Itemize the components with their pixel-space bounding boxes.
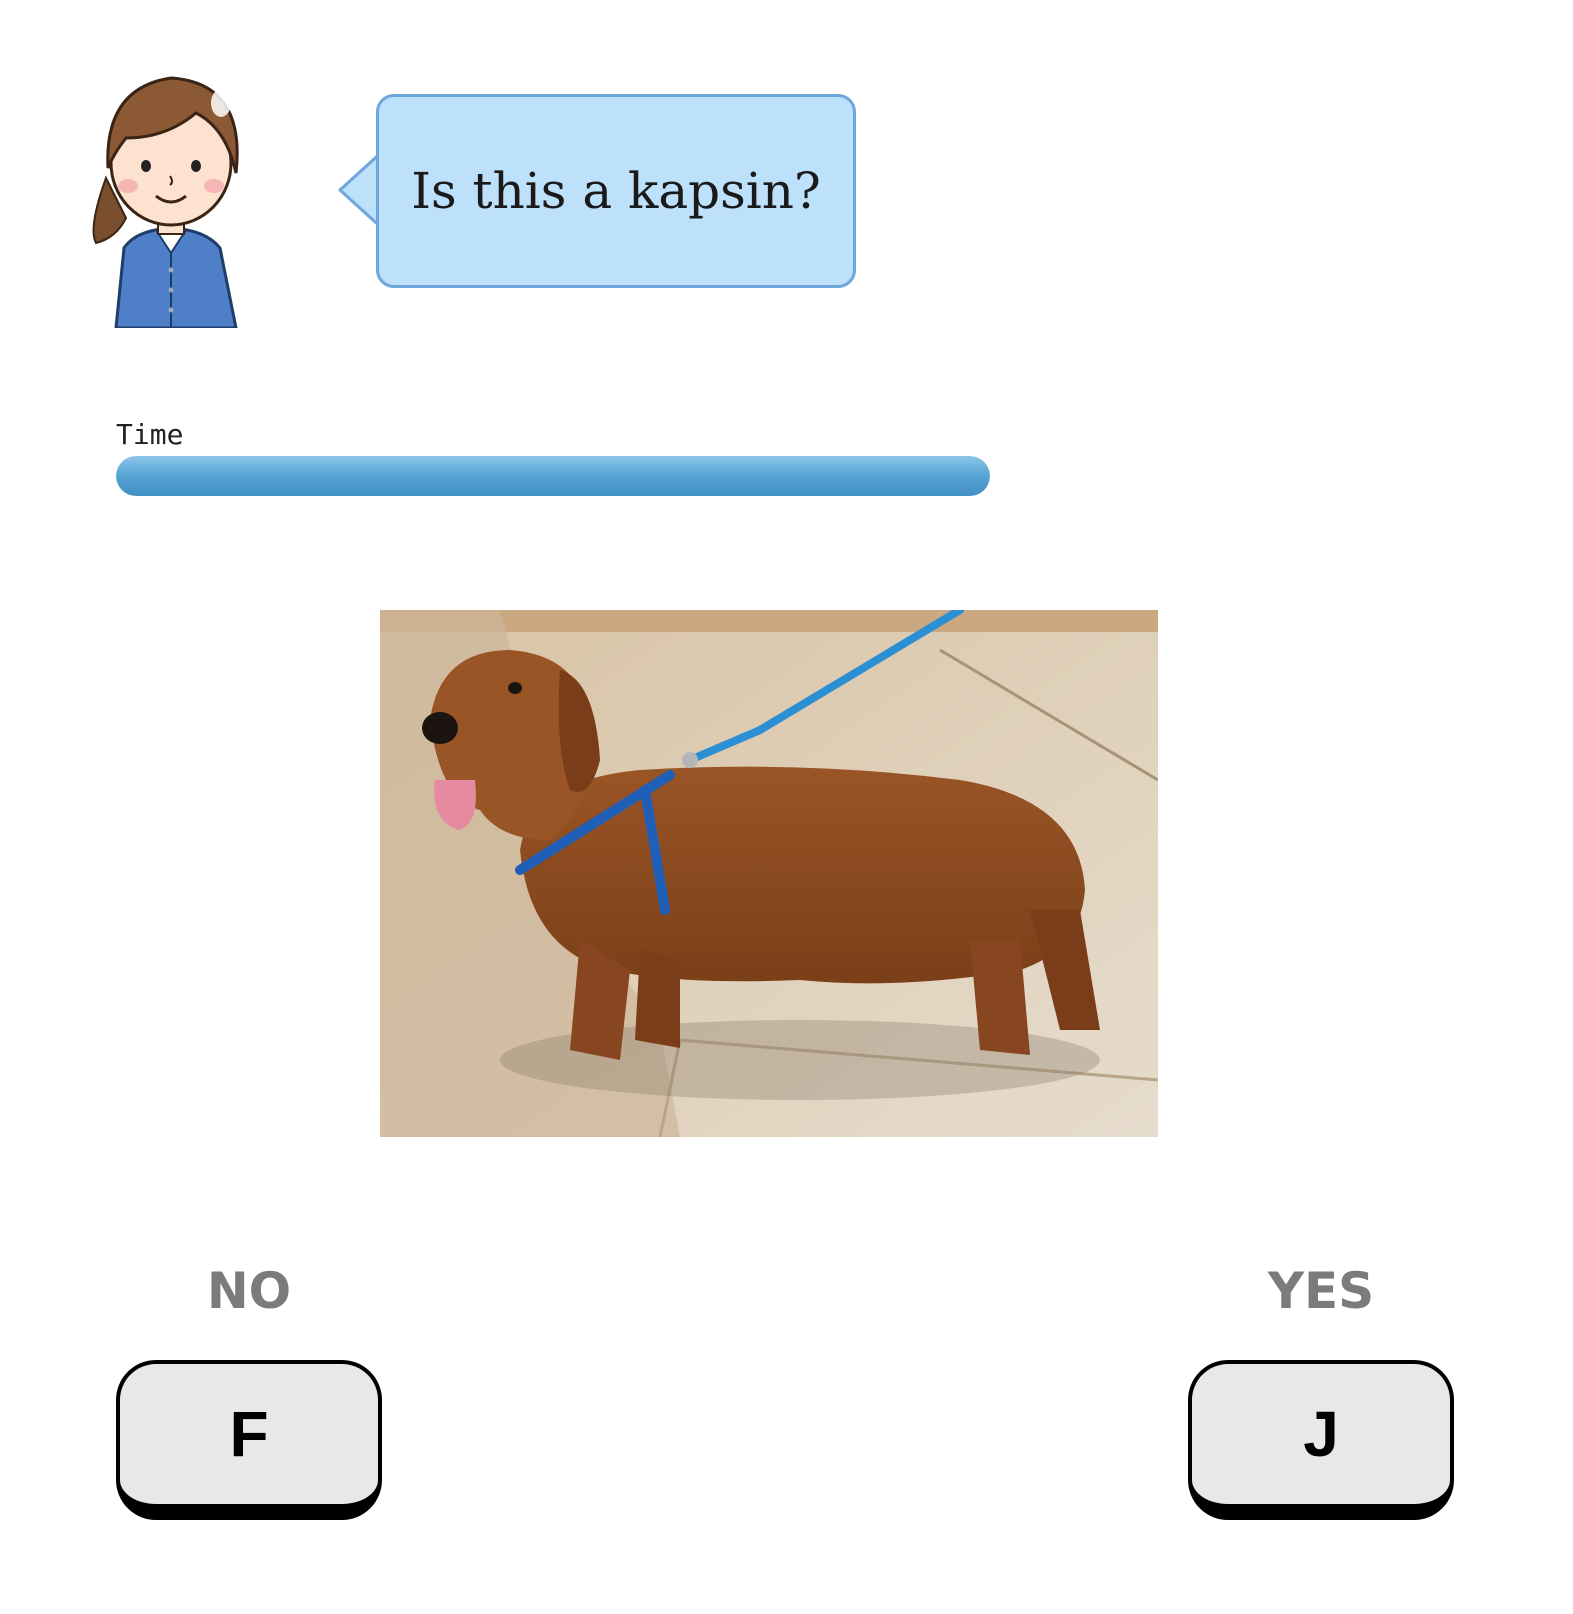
- yes-label: YES: [1267, 1262, 1375, 1320]
- timer-bar: [116, 456, 990, 496]
- no-label: NO: [206, 1262, 292, 1320]
- question-text: Is this a kapsin?: [411, 162, 821, 220]
- timer-bar-fill: [116, 456, 990, 496]
- j-key-button[interactable]: J: [1188, 1360, 1454, 1520]
- timer-label: Time: [116, 418, 184, 451]
- teacher-avatar-icon: [86, 58, 266, 330]
- speech-bubble: Is this a kapsin?: [376, 94, 856, 288]
- dachshund-photo: [380, 610, 1158, 1137]
- f-key-button[interactable]: F: [116, 1360, 382, 1520]
